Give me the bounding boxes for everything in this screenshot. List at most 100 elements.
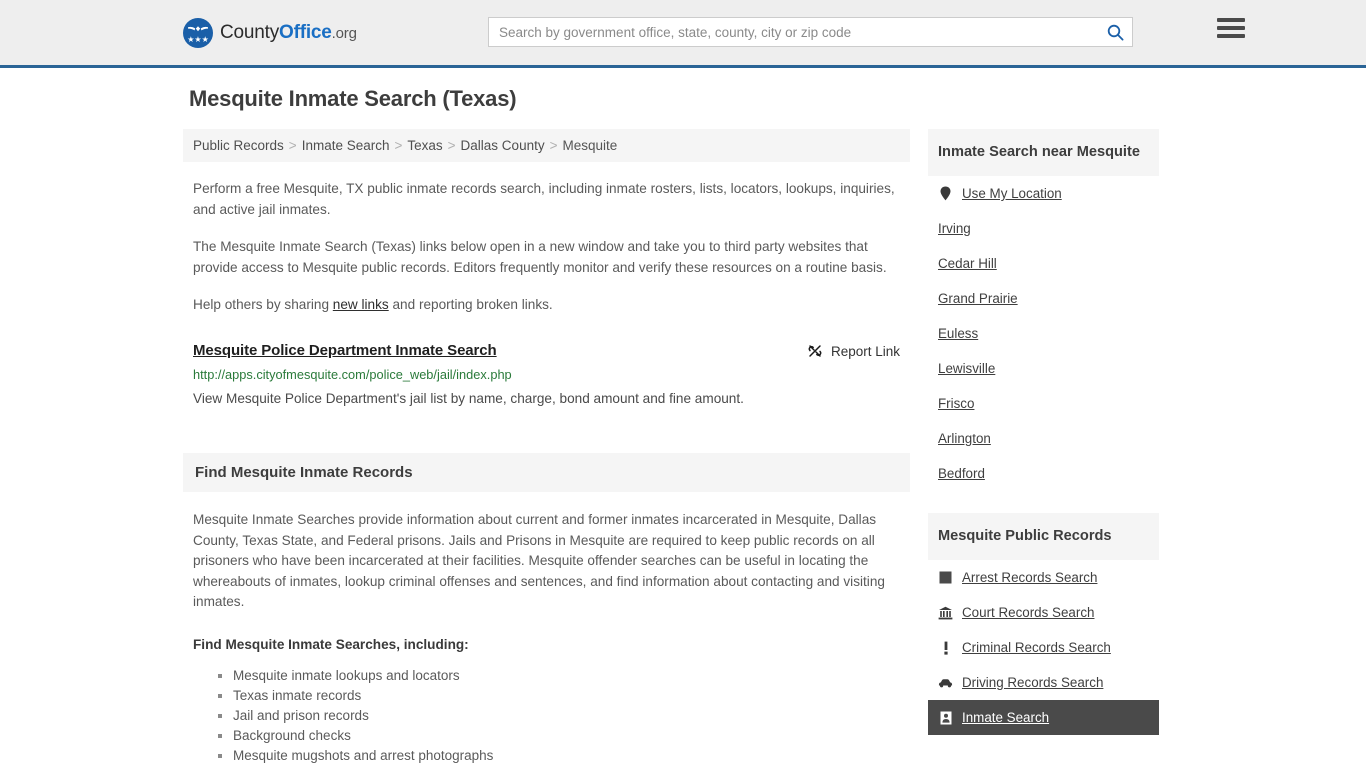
- public-record-link[interactable]: Criminal Records Search: [962, 640, 1111, 655]
- sidebar-nearby-section: Inmate Search near Mesquite Use My Locat…: [928, 129, 1159, 491]
- result-description: View Mesquite Police Department's jail l…: [193, 391, 744, 406]
- sidebar-item-driving-records[interactable]: Driving Records Search: [928, 665, 1159, 700]
- sidebar-item-criminal-records[interactable]: Criminal Records Search: [928, 630, 1159, 665]
- section-list-heading: Find Mesquite Inmate Searches, including…: [193, 636, 469, 652]
- breadcrumb-separator: >: [447, 138, 456, 153]
- sidebar-public-records-section: Mesquite Public Records Arrest Records S…: [928, 513, 1159, 735]
- result-url[interactable]: http://apps.cityofmesquite.com/police_we…: [193, 367, 900, 382]
- sidebar-nearby-heading: Inmate Search near Mesquite: [928, 129, 1159, 176]
- section-paragraph: Mesquite Inmate Searches provide informa…: [193, 512, 885, 609]
- city-link[interactable]: Cedar Hill: [938, 256, 997, 271]
- map-pin-icon: [938, 186, 953, 201]
- brand-wordmark: CountyOffice.org: [220, 22, 357, 44]
- sidebar-item-inmate-search[interactable]: Inmate Search: [928, 700, 1159, 735]
- report-link-button[interactable]: Report Link: [807, 342, 900, 359]
- brand-part-office: Office: [279, 21, 332, 43]
- breadcrumb-separator: >: [288, 138, 297, 153]
- city-link[interactable]: Euless: [938, 326, 978, 341]
- list-item: Texas inmate records: [233, 686, 900, 706]
- city-link[interactable]: Irving: [938, 221, 971, 236]
- breadcrumb-separator: >: [549, 138, 558, 153]
- new-links-link[interactable]: new links: [333, 297, 389, 312]
- exclamation-glyph: [943, 641, 948, 655]
- list-item: Jail and prison records: [233, 706, 900, 726]
- list-item: Mesquite inmate lookups and locators: [233, 666, 900, 686]
- list-item: Background checks: [233, 726, 900, 746]
- sidebar-item-irving[interactable]: Irving: [928, 211, 1159, 246]
- breadcrumb-item-mesquite: Mesquite: [562, 138, 618, 153]
- fingerprint-glyph: [939, 571, 952, 584]
- page-title: Mesquite Inmate Search (Texas): [189, 86, 517, 111]
- brand-part-tld: .org: [331, 24, 357, 42]
- breadcrumb-item-dallas-county[interactable]: Dallas County: [461, 138, 545, 153]
- sidebar-item-cedar-hill[interactable]: Cedar Hill: [928, 246, 1159, 281]
- sidebar-item-court-records[interactable]: Court Records Search: [928, 595, 1159, 630]
- list-item: Mesquite mugshots and arrest photographs: [233, 746, 900, 766]
- sidebar-item-arrest-records[interactable]: Arrest Records Search: [928, 560, 1159, 595]
- sidebar: Inmate Search near Mesquite Use My Locat…: [928, 129, 1159, 735]
- id-badge-icon: [938, 710, 953, 725]
- public-record-link[interactable]: Court Records Search: [962, 605, 1094, 620]
- search-button[interactable]: [1098, 18, 1132, 46]
- inmate-search-list: Mesquite inmate lookups and locators Tex…: [193, 666, 900, 768]
- search-input[interactable]: [489, 18, 1098, 46]
- stars-glyph: ★★★: [187, 34, 209, 44]
- breadcrumb: Public Records > Inmate Search > Texas > Dalla…: [183, 129, 910, 162]
- result-item: Mesquite Police Department Inmate Search…: [183, 342, 910, 408]
- section-body: Mesquite Inmate Searches provide informa…: [183, 510, 910, 768]
- hamburger-menu-icon[interactable]: [1217, 16, 1245, 40]
- car-glyph: [938, 678, 953, 687]
- breadcrumb-item-texas[interactable]: Texas: [407, 138, 442, 153]
- public-records-list: Arrest Records Search Court Records Sear…: [928, 560, 1159, 735]
- public-record-link[interactable]: Driving Records Search: [962, 675, 1103, 690]
- sidebar-item-use-my-location[interactable]: Use My Location: [928, 176, 1159, 211]
- hamburger-bar: [1217, 34, 1245, 38]
- sidebar-item-grand-prairie[interactable]: Grand Prairie: [928, 281, 1159, 316]
- share-text-before: Help others by sharing: [193, 297, 333, 312]
- courthouse-icon: [938, 605, 953, 620]
- site-logo[interactable]: ★★★ CountyOffice.org: [183, 17, 357, 48]
- public-record-link[interactable]: Arrest Records Search: [962, 570, 1097, 585]
- result-title-link[interactable]: Mesquite Police Department Inmate Search: [193, 342, 497, 359]
- courthouse-glyph: [938, 606, 953, 619]
- share-text-after: and reporting broken links.: [388, 297, 553, 312]
- car-icon: [938, 675, 953, 690]
- nearby-city-list: Use My Location Irving Cedar Hill Grand …: [928, 176, 1159, 491]
- page-container: Mesquite Inmate Search (Texas) Public Re…: [183, 68, 1183, 768]
- exclamation-icon: [938, 640, 953, 655]
- sidebar-item-arlington[interactable]: Arlington: [928, 421, 1159, 456]
- use-my-location-link[interactable]: Use My Location: [962, 186, 1062, 201]
- hamburger-bar: [1217, 18, 1245, 22]
- eagle-wings-glyph: [188, 25, 208, 31]
- sidebar-public-records-heading: Mesquite Public Records: [928, 513, 1159, 560]
- sidebar-item-lewisville[interactable]: Lewisville: [928, 351, 1159, 386]
- brand-part-county: County: [220, 21, 280, 43]
- breadcrumb-separator: >: [394, 138, 403, 153]
- site-header: ★★★ CountyOffice.org: [0, 0, 1366, 68]
- intro-paragraph-2: The Mesquite Inmate Search (Texas) links…: [193, 239, 887, 275]
- city-link[interactable]: Arlington: [938, 431, 991, 446]
- intro-paragraph-3: Help others by sharing new links and rep…: [193, 294, 900, 315]
- hamburger-bar: [1217, 26, 1245, 30]
- main-content: Public Records > Inmate Search > Texas > Dalla…: [183, 129, 910, 768]
- city-link[interactable]: Grand Prairie: [938, 291, 1018, 306]
- public-record-link[interactable]: Inmate Search: [962, 710, 1049, 725]
- report-link-label: Report Link: [830, 343, 900, 359]
- breadcrumb-item-inmate-search[interactable]: Inmate Search: [302, 138, 390, 153]
- intro-text: Perform a free Mesquite, TX public inmat…: [183, 178, 910, 315]
- city-link[interactable]: Frisco: [938, 396, 974, 411]
- sidebar-item-bedford[interactable]: Bedford: [928, 456, 1159, 491]
- sidebar-item-euless[interactable]: Euless: [928, 316, 1159, 351]
- breadcrumb-item-public-records[interactable]: Public Records: [193, 138, 284, 153]
- fingerprint-icon: [938, 570, 953, 585]
- search-bar[interactable]: [488, 17, 1133, 47]
- intro-paragraph-1: Perform a free Mesquite, TX public inmat…: [193, 181, 895, 217]
- city-link[interactable]: Lewisville: [938, 361, 995, 376]
- eagle-seal-icon: ★★★: [183, 17, 213, 48]
- sidebar-item-frisco[interactable]: Frisco: [928, 386, 1159, 421]
- broken-link-icon: [808, 345, 822, 357]
- section-heading: Find Mesquite Inmate Records: [183, 453, 910, 492]
- id-badge-glyph: [940, 711, 951, 724]
- city-link[interactable]: Bedford: [938, 466, 985, 481]
- map-pin-glyph: [940, 186, 951, 201]
